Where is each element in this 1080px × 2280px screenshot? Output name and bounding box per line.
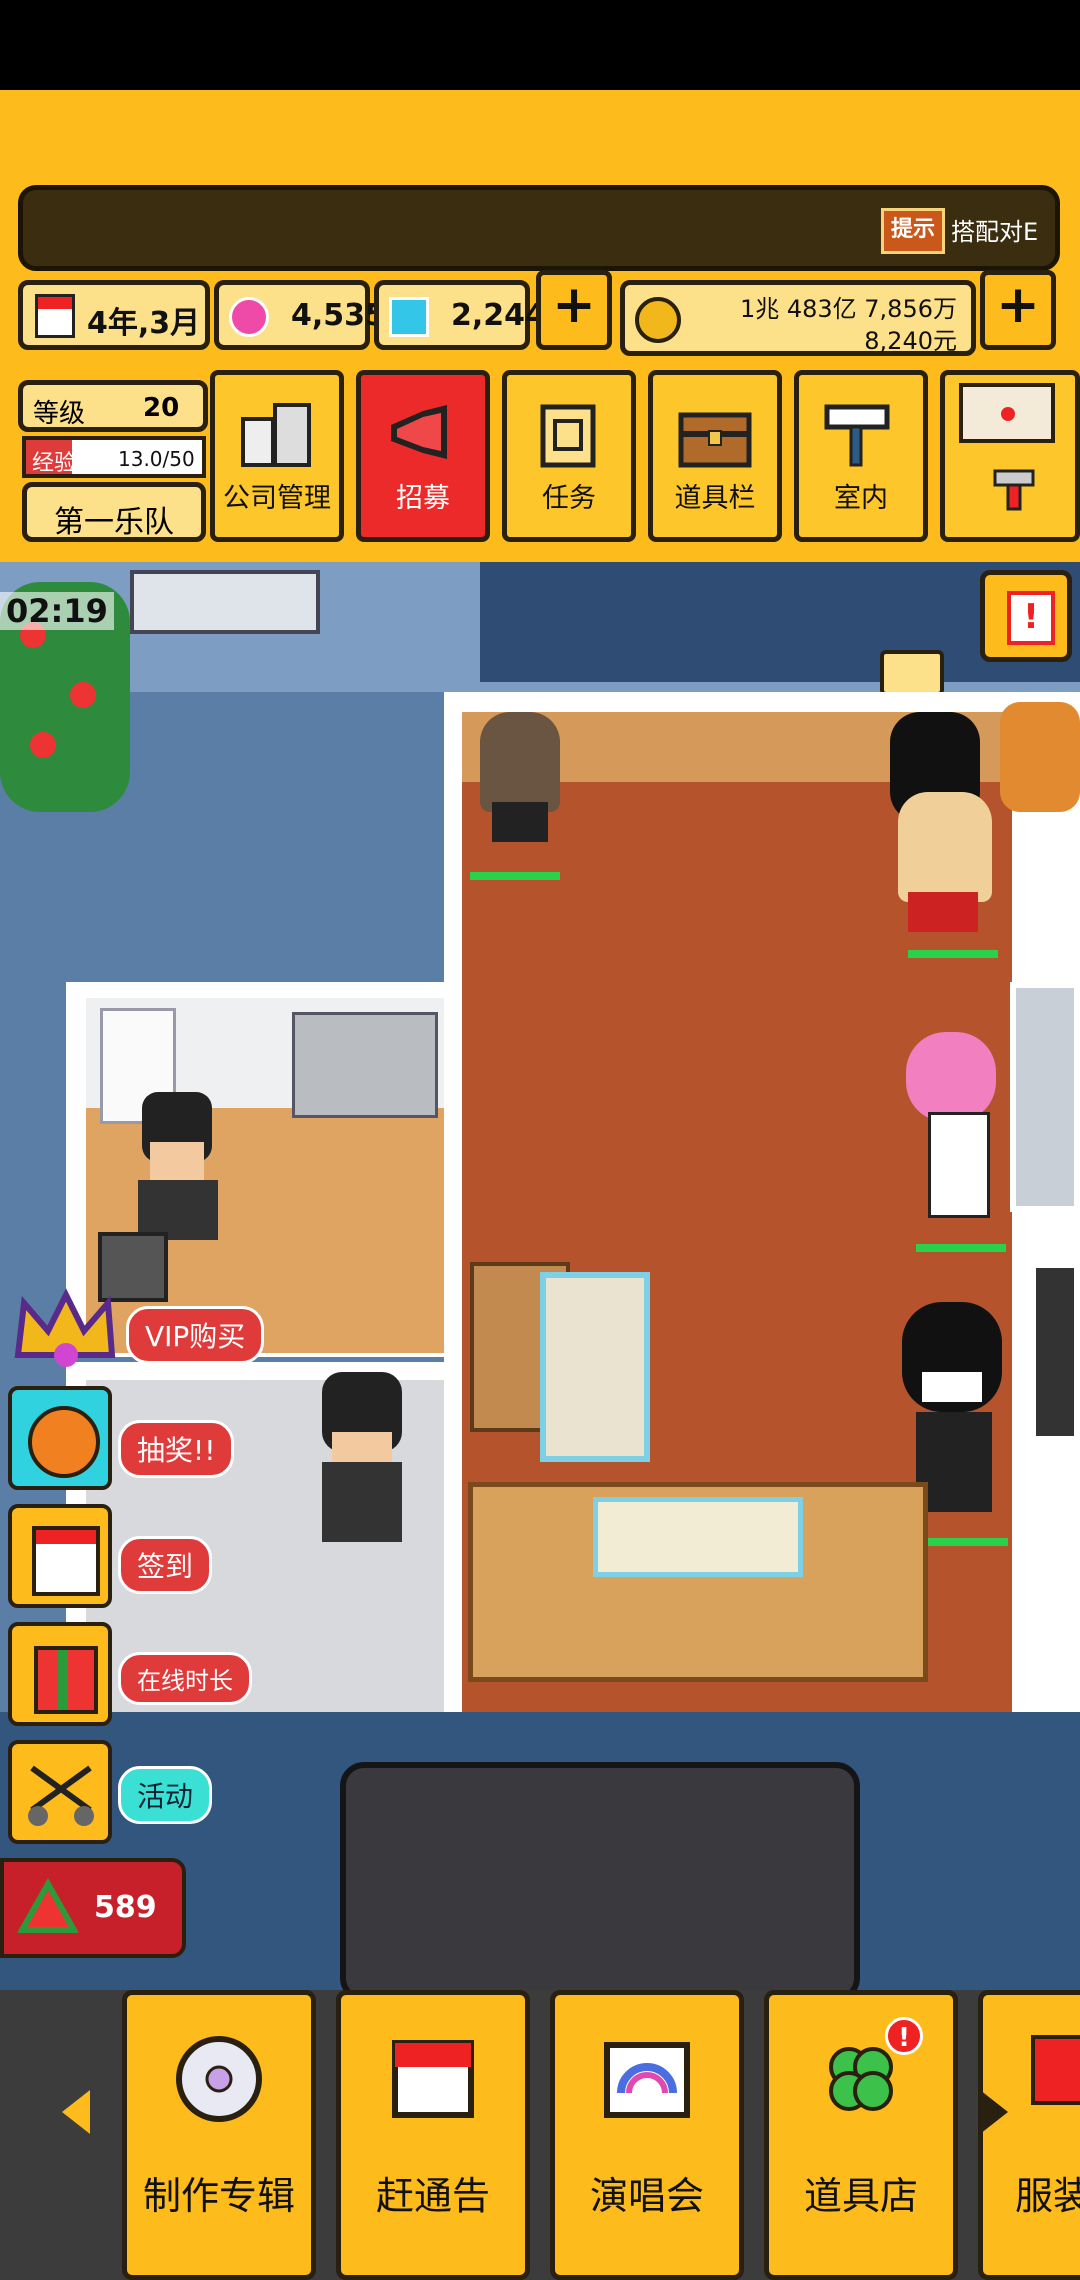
lottery-button[interactable] — [8, 1386, 112, 1490]
hint-text: 搭配对E — [951, 218, 1039, 246]
make-album-button[interactable]: 制作专辑 — [122, 1990, 316, 2280]
level-label: 等级 — [33, 399, 86, 429]
checkin-label[interactable]: 签到 — [118, 1536, 213, 1594]
exp-bar: 经验值 13.0/50 — [22, 436, 206, 478]
sofa — [468, 1482, 928, 1682]
event-label[interactable]: 活动 — [118, 1766, 213, 1824]
mail-button[interactable] — [940, 370, 1080, 542]
paint-roller-icon — [821, 401, 901, 475]
concert-button[interactable]: 演唱会 — [550, 1990, 744, 2280]
vip-crown-icon[interactable] — [10, 1285, 120, 1375]
exp-label: 经验值 — [32, 451, 99, 476]
pink-gem-count: 4,535 — [291, 298, 386, 333]
money-line1: 1兆 483亿 7,856万 — [739, 295, 957, 323]
clothes-button[interactable]: 服装 — [978, 1990, 1080, 2280]
blue-gem-display: 2,244 — [374, 280, 546, 350]
blue-gem-count: 2,244 — [451, 298, 546, 333]
character-chef[interactable] — [128, 1092, 228, 1242]
timer: 02:19 — [0, 592, 114, 630]
top-panel: 提示 搭配对E 4年,3月 4,535 2,244 + 1兆 483亿 7,85… — [0, 90, 1080, 562]
date-display: 4年,3月 — [18, 280, 210, 350]
notification-badge-icon: ! — [885, 2017, 923, 2055]
alert-button[interactable]: ! — [980, 570, 1072, 662]
chest-icon — [675, 401, 755, 475]
concert-label: 演唱会 — [589, 2174, 704, 2218]
level-value: 20 — [143, 393, 180, 423]
building-icon — [237, 401, 317, 475]
interior-label: 室内 — [834, 483, 888, 514]
money-display: 1兆 483亿 7,856万 8,240元 — [620, 280, 976, 356]
hint-icon[interactable]: 提示 — [881, 208, 945, 254]
watermelon-icon — [16, 1877, 80, 1938]
make-album-label: 制作专辑 — [142, 2174, 295, 2218]
band-name-box[interactable]: 第一乐队 — [22, 482, 206, 542]
clothes-label: 服装 — [1015, 2174, 1080, 2218]
piano-bubble-icon[interactable] — [880, 650, 944, 696]
character-mic[interactable] — [312, 1372, 432, 1562]
bottom-bar: 制作专辑 赶通告 演唱会 ! 道具店 服装 — [0, 1990, 1080, 2280]
gift-icon — [34, 1646, 98, 1714]
watermelon-count: 589 — [94, 1890, 157, 1925]
company-management-label: 公司管理 — [223, 483, 331, 514]
exclamation-icon: ! — [1007, 591, 1055, 645]
blue-gem-icon — [389, 297, 429, 337]
envelope-icon — [959, 383, 1055, 443]
level-box: 等级 20 — [18, 380, 208, 432]
megaphone-icon — [383, 401, 463, 475]
pink-gem-display: 4,535 — [214, 280, 386, 350]
checkin-button[interactable] — [8, 1504, 112, 1608]
scroll-icon — [529, 401, 609, 475]
calendar-schedule-icon — [385, 2031, 481, 2131]
watermelon-counter[interactable]: 589 — [0, 1858, 186, 1958]
recruit-button[interactable]: 招募 — [356, 370, 490, 542]
band-name: 第一乐队 — [54, 505, 174, 540]
date-text: 4年,3月 — [87, 306, 201, 341]
coin-icon — [635, 297, 681, 343]
cd-icon — [171, 2031, 267, 2131]
event-button[interactable] — [8, 1740, 112, 1844]
calendar-checkin-icon — [32, 1526, 100, 1596]
right-room — [1010, 982, 1080, 1212]
pink-gem-icon — [229, 297, 269, 337]
scroll-right-arrow[interactable] — [980, 2090, 1008, 2134]
scroll-left-arrow[interactable] — [62, 2090, 90, 2134]
character-pink-hair[interactable] — [900, 1022, 1010, 1252]
exp-value: 13.0/50 — [118, 447, 195, 471]
status-bar — [0, 0, 1080, 90]
online-time-label[interactable]: 在线时长 — [118, 1652, 252, 1705]
speaker-box — [1030, 1262, 1080, 1442]
lottery-label[interactable]: 抽奖!! — [118, 1420, 235, 1478]
add-gems-button[interactable]: + — [536, 270, 612, 350]
interior-button[interactable]: 室内 — [794, 370, 928, 542]
shirt-icon — [1031, 2035, 1080, 2105]
hint-bar[interactable]: 提示 搭配对E — [18, 185, 1060, 271]
desk — [540, 1272, 650, 1462]
calendar-icon — [35, 294, 75, 338]
items-label: 道具栏 — [674, 483, 756, 514]
tasks-label: 任务 — [542, 483, 596, 514]
item-shop-label: 道具店 — [803, 2174, 918, 2218]
lottery-wheel-icon — [28, 1406, 100, 1478]
tour-bus — [340, 1762, 860, 1990]
character-blonde[interactable] — [880, 702, 1010, 962]
recruit-label: 招募 — [396, 483, 450, 514]
character-brown-hair[interactable] — [470, 702, 570, 882]
flower-vase — [1000, 702, 1080, 812]
scissors-icon — [24, 1764, 98, 1828]
rainbow-stage-icon — [599, 2031, 695, 2131]
vip-purchase-label[interactable]: VIP购买 — [126, 1306, 265, 1364]
tasks-button[interactable]: 任务 — [502, 370, 636, 542]
schedule-button[interactable]: 赶通告 — [336, 1990, 530, 2280]
item-shop-button[interactable]: ! 道具店 — [764, 1990, 958, 2280]
add-money-button[interactable]: + — [980, 270, 1056, 350]
schedule-label: 赶通告 — [375, 2174, 490, 2218]
online-time-button[interactable] — [8, 1622, 112, 1726]
company-management-button[interactable]: 公司管理 — [210, 370, 344, 542]
air-conditioner — [130, 570, 320, 634]
hammer-icon — [991, 467, 1037, 513]
money-line2: 8,240元 — [864, 327, 957, 355]
items-button[interactable]: 道具栏 — [648, 370, 782, 542]
